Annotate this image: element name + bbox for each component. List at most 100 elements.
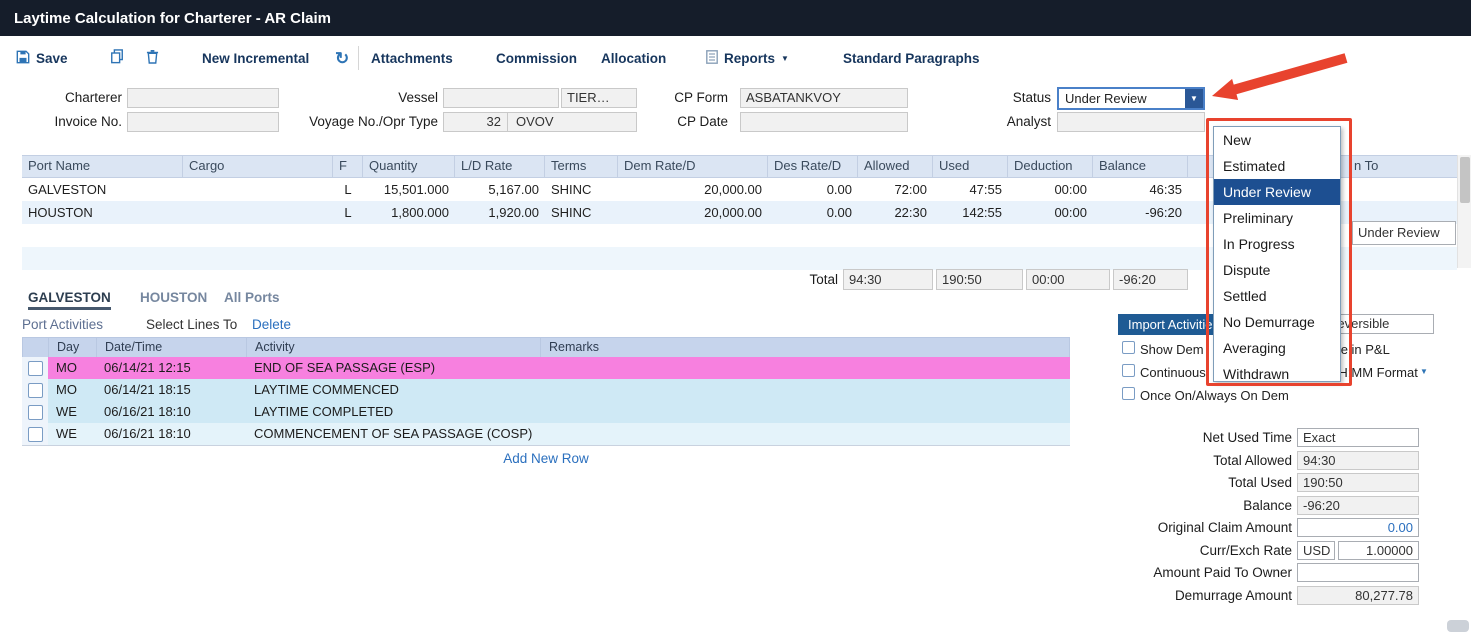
status-dropdown[interactable]: Under Review ▼ — [1057, 87, 1205, 110]
col-quantity[interactable]: Quantity — [363, 156, 455, 177]
original-claim-label: Original Claim Amount — [1110, 518, 1292, 537]
page-title: Laytime Calculation for Charterer - AR C… — [14, 10, 331, 27]
activity-row[interactable]: WE 06/16/21 18:10 LAYTIME COMPLETED — [22, 401, 1070, 423]
add-new-row-link[interactable]: Add New Row — [22, 451, 1070, 466]
status-option-under-review[interactable]: Under Review — [1214, 179, 1340, 205]
tab-houston[interactable]: HOUSTON — [140, 288, 207, 310]
col-terms[interactable]: Terms — [545, 156, 618, 177]
status-option-dispute[interactable]: Dispute — [1214, 257, 1340, 283]
cell-dem-rate: 20,000.00 — [618, 178, 768, 201]
copy-icon — [110, 49, 124, 67]
voyage-opr-label: Voyage No./Opr Type — [280, 112, 438, 132]
tab-galveston[interactable]: GALVESTON — [28, 288, 111, 310]
hhmm-format-label: HH:MM Format — [1329, 365, 1418, 381]
cp-form-label: CP Form — [640, 88, 728, 108]
net-used-time-label: Net Used Time — [1110, 428, 1292, 447]
cell-port: HOUSTON — [22, 201, 183, 224]
col-ld-rate[interactable]: L/D Rate — [455, 156, 545, 177]
cell-balance: -96:20 — [1093, 201, 1188, 224]
total-used-label: Total Used — [1110, 473, 1292, 492]
hhmm-caret-icon[interactable]: ▼ — [1420, 367, 1428, 376]
cell-day: WE — [48, 423, 96, 445]
status-option-in-progress[interactable]: In Progress — [1214, 231, 1340, 257]
cp-date-input[interactable] — [740, 112, 908, 132]
refresh-button[interactable]: ↻ — [335, 46, 349, 70]
total-label: Total — [770, 269, 838, 290]
col-des-rate[interactable]: Des Rate/D — [768, 156, 858, 177]
col-cargo[interactable]: Cargo — [183, 156, 333, 177]
row-checkbox[interactable] — [28, 405, 43, 420]
cp-form-input[interactable]: ASBATANKVOY — [740, 88, 908, 108]
activity-row[interactable]: MO 06/14/21 12:15 END OF SEA PASSAGE (ES… — [22, 357, 1070, 379]
net-used-time-field[interactable]: Exact — [1297, 428, 1419, 447]
col-used[interactable]: Used — [933, 156, 1008, 177]
col-f[interactable]: F — [333, 156, 363, 177]
row-checkbox[interactable] — [28, 361, 43, 376]
ports-grid-scrollbar[interactable] — [1457, 155, 1471, 268]
row-checkbox-cell — [22, 401, 48, 423]
cell-cargo — [183, 201, 333, 224]
show-dem-checkbox[interactable] — [1122, 341, 1135, 354]
col-remarks[interactable]: Remarks — [541, 338, 1069, 357]
attachments-button[interactable]: Attachments — [371, 46, 453, 70]
exch-rate-field[interactable]: 1.00000 — [1338, 541, 1419, 560]
status-option-settled[interactable]: Settled — [1214, 283, 1340, 309]
currency-field[interactable]: USD — [1297, 541, 1335, 560]
cell-datetime: 06/14/21 18:15 — [96, 379, 246, 401]
delete-lines-link[interactable]: Delete — [252, 317, 291, 332]
invoice-no-input[interactable] — [127, 112, 279, 132]
reports-menu-button[interactable]: Reports ▼ — [706, 46, 789, 70]
activity-row[interactable]: MO 06/14/21 18:15 LAYTIME COMMENCED — [22, 379, 1070, 401]
status-option-preliminary[interactable]: Preliminary — [1214, 205, 1340, 231]
save-button[interactable]: Save — [16, 46, 68, 70]
delete-record-button[interactable] — [146, 46, 159, 70]
copy-button[interactable] — [110, 46, 124, 70]
col-allowed[interactable]: Allowed — [858, 156, 933, 177]
status-option-new[interactable]: New — [1214, 127, 1340, 153]
scrollbar-thumb[interactable] — [1460, 157, 1470, 203]
vessel-input[interactable] — [443, 88, 559, 108]
col-day[interactable]: Day — [49, 338, 97, 357]
col-deduction[interactable]: Deduction — [1008, 156, 1093, 177]
once-on-label: Once On/Always On Dem — [1140, 388, 1289, 404]
refresh-icon: ↻ — [335, 50, 349, 67]
port-status-cell[interactable]: Under Review — [1352, 221, 1456, 245]
status-option-no-demurrage[interactable]: No Demurrage — [1214, 309, 1340, 335]
col-balance[interactable]: Balance — [1093, 156, 1188, 177]
save-icon — [16, 50, 30, 67]
tab-all-ports[interactable]: All Ports — [224, 288, 280, 310]
status-option-averaging[interactable]: Averaging — [1214, 335, 1340, 361]
col-activity[interactable]: Activity — [247, 338, 541, 357]
demurrage-amount-label: Demurrage Amount — [1110, 586, 1292, 605]
row-checkbox[interactable] — [28, 427, 43, 442]
activity-row[interactable]: WE 06/16/21 18:10 COMMENCEMENT OF SEA PA… — [22, 423, 1070, 445]
status-option-withdrawn[interactable]: Withdrawn — [1214, 361, 1340, 382]
once-on-checkbox[interactable] — [1122, 387, 1135, 400]
commission-button[interactable]: Commission — [496, 46, 577, 70]
chevron-down-icon: ▼ — [781, 54, 789, 63]
tier-button[interactable]: TIER… — [561, 88, 637, 108]
continuous-checkbox[interactable] — [1122, 364, 1135, 377]
quantity-link[interactable]: 1,800.000 — [363, 201, 455, 224]
quantity-link[interactable]: 15,501.000 — [363, 178, 455, 201]
status-caret-icon[interactable]: ▼ — [1185, 89, 1203, 108]
total-used: 190:50 — [936, 269, 1023, 290]
charterer-input[interactable] — [127, 88, 279, 108]
allocation-button[interactable]: Allocation — [601, 46, 666, 70]
total-allowed: 94:30 — [843, 269, 933, 290]
voyage-opr-input[interactable]: 32 OVOV — [443, 112, 637, 132]
row-checkbox[interactable] — [28, 383, 43, 398]
original-claim-field[interactable]: 0.00 — [1297, 518, 1419, 537]
status-option-estimated[interactable]: Estimated — [1214, 153, 1340, 179]
standard-paragraphs-button[interactable]: Standard Paragraphs — [843, 46, 980, 70]
new-incremental-button[interactable]: New Incremental — [202, 46, 309, 70]
analyst-input[interactable] — [1057, 112, 1205, 132]
col-dem-rate[interactable]: Dem Rate/D — [618, 156, 768, 177]
col-datetime[interactable]: Date/Time — [97, 338, 247, 357]
opr-type-field[interactable]: OVOV — [508, 113, 636, 131]
analyst-label: Analyst — [940, 112, 1051, 132]
col-port-name[interactable]: Port Name — [22, 156, 183, 177]
horizontal-scrollbar-thumb[interactable] — [1447, 620, 1469, 632]
amount-paid-field[interactable] — [1297, 563, 1419, 582]
voyage-no-field[interactable]: 32 — [444, 113, 508, 131]
